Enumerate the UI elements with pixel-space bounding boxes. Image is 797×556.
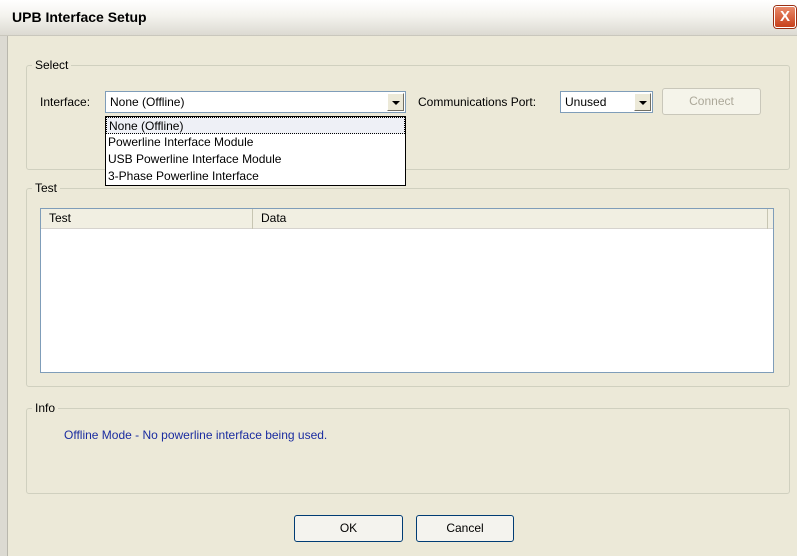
info-legend: Info <box>35 401 56 415</box>
test-list-header: Test Data <box>41 209 773 229</box>
column-header-test[interactable]: Test <box>41 209 253 229</box>
ok-button[interactable]: OK <box>294 515 403 542</box>
close-button[interactable]: X <box>774 6 796 28</box>
communications-port-select[interactable]: Unused <box>560 91 653 113</box>
info-message: Offline Mode - No powerline interface be… <box>64 428 328 442</box>
interface-dropdown-list[interactable]: None (Offline) Powerline Interface Modul… <box>105 116 406 186</box>
column-header-data[interactable]: Data <box>253 209 768 229</box>
chevron-down-icon[interactable] <box>634 93 651 111</box>
chevron-down-icon[interactable] <box>387 93 404 111</box>
interface-label: Interface: <box>40 95 91 109</box>
interface-select-value: None (Offline) <box>110 95 185 109</box>
close-icon: X <box>779 8 790 25</box>
interface-option[interactable]: Powerline Interface Module <box>106 134 405 151</box>
interface-option[interactable]: None (Offline) <box>106 117 405 134</box>
test-legend: Test <box>35 181 58 195</box>
select-legend: Select <box>35 58 69 72</box>
window-frame-left <box>0 36 8 556</box>
test-list[interactable]: Test Data <box>40 208 774 373</box>
interface-option[interactable]: 3-Phase Powerline Interface <box>106 168 405 185</box>
interface-option[interactable]: USB Powerline Interface Module <box>106 151 405 168</box>
cancel-button[interactable]: Cancel <box>416 515 514 542</box>
communications-port-label: Communications Port: <box>418 95 537 109</box>
window-title: UPB Interface Setup <box>12 9 147 25</box>
connect-button[interactable]: Connect <box>662 88 761 115</box>
communications-port-value: Unused <box>565 95 607 109</box>
interface-select[interactable]: None (Offline) <box>105 91 406 113</box>
title-bar[interactable]: UPB Interface Setup X <box>0 0 797 36</box>
info-group: Info <box>26 401 790 494</box>
